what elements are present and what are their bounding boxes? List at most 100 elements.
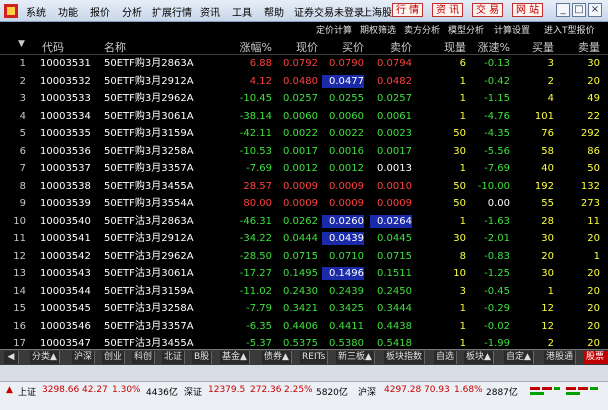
table-row[interactable]: 4 10003534 50ETF购3月3061A -38.14 0.0060 0.0060… [0,108,608,125]
table-row[interactable]: 15 10003545 50ETF沽3月3258A -7.79 0.3421 0.3425… [0,300,608,317]
seller-analysis-link[interactable]: 卖方分析 [404,23,440,36]
row-bid-volume: 4 [547,93,554,104]
row-name: 50ETF购3月3455A [104,180,194,192]
table-row[interactable]: 7 10003537 50ETF购3月3357A -7.69 0.0012 0.0012 0… [0,160,608,177]
col-bid[interactable]: 买价 [322,39,364,55]
tab-beijing[interactable]: 北证 [162,351,186,364]
row-name: 50ETF购3月2912A [104,75,194,87]
quote-button[interactable]: 行 情 [392,3,424,17]
row-name: 50ETF沽3月3061A [104,268,194,279]
option-toolbar: 定价计算 期权筛选 卖方分析 模型分析 计算设置 进入T型报价 [0,22,608,36]
table-row[interactable]: 6 10003536 50ETF购3月3258A -10.53 0.0017 0.0016… [0,143,608,160]
menu-analysis[interactable]: 分析 [122,4,142,19]
tab-sector-index[interactable]: 板块指数 [384,351,426,364]
table-row[interactable]: 14 10003544 50ETF沽3月3159A -11.02 0.2430 0.243… [0,283,608,300]
table-row[interactable]: 1 10003531 50ETF购3月2863A 6.88 0.0792 0.0790 0.… [0,55,608,72]
col-code[interactable]: 代码 [42,39,64,55]
col-price[interactable]: 现价 [276,39,318,55]
tab-stocks[interactable]: 股票 [584,351,608,364]
menu-tools[interactable]: 工具 [232,4,252,19]
row-price: 0.0715 [283,250,318,262]
sz-label[interactable]: 深证 [184,385,202,398]
pricing-calc-link[interactable]: 定价计算 [316,23,352,36]
table-row[interactable]: 13 10003543 50ETF沽3月3061A -17.27 0.1495 0.149… [0,265,608,282]
tab-b-shares[interactable]: B股 [192,351,213,364]
col-ask[interactable]: 卖价 [370,39,412,55]
row-ask: 0.0023 [377,128,412,139]
row-bid-volume: 1 [547,285,554,297]
sh-amount: 4436亿 [146,388,178,398]
menu-help[interactable]: 帮助 [264,4,284,19]
row-bid: 0.0790 [329,58,364,69]
menu-extended-quote[interactable]: 扩展行情 [152,4,192,19]
tab-hk-connect[interactable]: 港股通 [544,351,577,364]
spacer-bar [0,365,608,381]
tab-chinext[interactable]: 创业 [102,351,126,364]
row-name: 50ETF沽3月2863A [104,215,194,227]
table-row[interactable]: 9 10003539 50ETF购3月3554A 80.00 0.0009 0.0009 0… [0,195,608,212]
bottom-edge [0,399,608,410]
menu-system[interactable]: 系统 [26,4,46,19]
tab-custom[interactable]: 自定▲ [504,351,534,364]
tab-star[interactable]: 科创 [132,351,156,364]
model-analysis-link[interactable]: 模型分析 [448,23,484,36]
option-filter-link[interactable]: 期权筛选 [360,23,396,36]
row-speed: -1.15 [484,93,510,104]
row-index: 14 [13,285,26,297]
row-bid-volume: 192 [534,180,554,192]
row-bid-volume: 58 [541,145,554,157]
tab-reits[interactable]: REITs [300,351,329,364]
row-ask: 0.0017 [377,145,412,157]
sh-value: 3298.66 [42,385,80,395]
row-index: 4 [19,110,26,122]
table-row[interactable]: 16 10003546 50ETF沽3月3357A -6.35 0.4406 0.4411… [0,318,608,335]
tab-shanghai-shenzhen[interactable]: 沪深 [72,351,96,364]
table-row[interactable]: 12 10003542 50ETF沽3月2962A -28.50 0.0715 0.071… [0,248,608,265]
tab-neeq[interactable]: 新三板▲ [336,351,375,364]
close-button[interactable]: × [588,3,602,17]
table-row[interactable]: 10 10003540 50ETF沽3月2863A -46.31 0.0262 0.026… [0,213,608,230]
tab-bonds[interactable]: 债券▲ [262,351,292,364]
col-volume[interactable]: 现量 [430,39,466,55]
row-ask-volume: 30 [587,58,600,69]
calc-settings-link[interactable]: 计算设置 [494,23,530,36]
row-bid-volume: 28 [541,215,554,227]
table-row[interactable]: 8 10003538 50ETF购3月3455A 28.57 0.0009 0.0009 0… [0,178,608,195]
maximize-button[interactable]: □ [572,3,586,17]
col-ask-volume[interactable]: 卖量 [562,39,600,55]
market-breadth-icon[interactable] [530,385,602,397]
sort-indicator-icon[interactable]: ▼ [18,39,25,49]
table-row[interactable]: 3 10003533 50ETF购3月2962A -10.45 0.0257 0.0255… [0,90,608,107]
menu-function[interactable]: 功能 [58,4,78,19]
col-speed[interactable]: 涨速% [470,39,510,55]
row-ask: 0.0013 [377,163,412,174]
row-name: 50ETF沽3月2912A [104,233,194,244]
table-row[interactable]: 2 10003532 50ETF购3月2912A 4.12 0.0480 0.0477 0.… [0,73,608,90]
tab-funds[interactable]: 基金▲ [220,351,250,364]
row-speed: -1.25 [484,268,510,279]
menu-news[interactable]: 资讯 [200,4,220,19]
sh-label[interactable]: 上证 [18,385,36,398]
login-status[interactable]: 证券交易未登录 [294,4,364,19]
tab-scroll-left-icon[interactable]: ◀ [4,351,19,364]
hs-label[interactable]: 沪深 [358,385,376,398]
col-bid-volume[interactable]: 买量 [516,39,554,55]
col-name[interactable]: 名称 [104,39,126,55]
tab-category[interactable]: 分类▲ [30,351,60,364]
row-code: 10003534 [40,110,91,122]
trade-button[interactable]: 交 易 [472,3,504,17]
table-row[interactable]: 5 10003535 50ETF购3月3159A -42.11 0.0022 0.0022… [0,125,608,142]
row-volume: 1 [459,110,466,122]
table-row[interactable]: 11 10003541 50ETF沽3月2912A -34.22 0.0444 0.043… [0,230,608,247]
row-code: 10003545 [40,303,91,314]
news-button[interactable]: 资 讯 [432,3,464,17]
row-bid: 0.0439 [322,232,364,245]
row-index: 11 [13,233,26,244]
minimize-button[interactable]: _ [556,3,570,17]
tab-watchlist[interactable]: 自选 [434,351,458,364]
col-change-pct[interactable]: 涨幅% [226,39,272,55]
menu-quote[interactable]: 报价 [90,4,110,19]
website-button[interactable]: 网 站 [512,3,544,17]
t-quote-link[interactable]: 进入T型报价 [544,23,595,36]
tab-sectors[interactable]: 板块▲ [464,351,494,364]
